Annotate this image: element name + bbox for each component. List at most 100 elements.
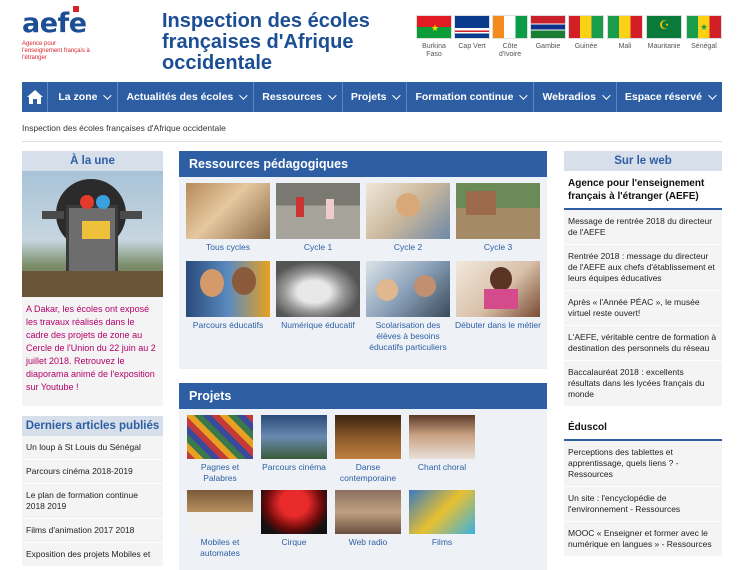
- tile-cycle-2[interactable]: Cycle 2: [363, 183, 453, 253]
- breadcrumb[interactable]: Inspection des écoles françaises d'Afriq…: [22, 123, 226, 133]
- chevron-down-icon: [519, 91, 529, 100]
- tile-image: [409, 415, 475, 459]
- list-item[interactable]: Perceptions des tablettes et apprentissa…: [564, 441, 722, 487]
- flag-burkina-faso[interactable]: ★ Burkina Faso: [415, 15, 453, 59]
- projets-grid: Pagnes et Palabres Parcours cinéma Danse…: [179, 409, 547, 570]
- tile-image: [456, 261, 540, 317]
- list-item[interactable]: Films d'animation 2017 2018: [22, 519, 163, 543]
- nav-item-webradios[interactable]: Webradios: [534, 82, 617, 112]
- alaune-text[interactable]: A Dakar, les écoles ont exposé les trava…: [22, 297, 163, 406]
- tile-label: Parcours cinéma: [262, 462, 326, 472]
- tile-label: Pagnes et Palabres: [200, 462, 240, 483]
- sur-le-web-heading: Sur le web: [564, 151, 722, 171]
- cap-vert-flag-icon: [454, 15, 490, 39]
- flag-mauritanie[interactable]: ☪ Mauritanie: [645, 15, 683, 51]
- list-item[interactable]: Un site : l'encyclopédie de l'environnem…: [564, 487, 722, 522]
- tile-image: [366, 183, 450, 239]
- tile-tous-cycles[interactable]: Tous cycles: [183, 183, 273, 253]
- tile-scolarisation[interactable]: Scolarisation des élèves à besoins éduca…: [363, 261, 453, 353]
- tile-label: Numérique éducatif: [281, 320, 355, 330]
- articles-heading: Derniers articles publiés: [22, 416, 163, 436]
- tile-cycle-3[interactable]: Cycle 3: [453, 183, 543, 253]
- tile-image: [261, 415, 327, 459]
- tile-label: Tous cycles: [206, 242, 250, 252]
- flag-senegal[interactable]: ★ Sénégal: [685, 15, 723, 51]
- eduscol-feed-title[interactable]: Éduscol: [564, 415, 722, 441]
- list-item[interactable]: Baccalauréat 2018 : excellents résultats…: [564, 361, 722, 407]
- nav-label: La zone: [58, 91, 98, 103]
- list-item[interactable]: Après « l'Année PÉAC », le musée virtuel…: [564, 291, 722, 326]
- list-item[interactable]: L'AEFE, véritable centre de formation à …: [564, 326, 722, 361]
- flag-caption: Sénégal: [691, 43, 717, 50]
- list-item[interactable]: Message de rentrée 2018 du directeur de …: [564, 210, 722, 245]
- list-item[interactable]: Exposition des projets Mobiles et: [22, 543, 163, 567]
- tile-label: Web radio: [348, 537, 388, 547]
- gambie-flag-icon: [530, 15, 566, 39]
- flag-guinee[interactable]: Guinée: [567, 15, 605, 51]
- tile-debuter[interactable]: Débuter dans le métier: [453, 261, 543, 353]
- tile-image: [366, 261, 450, 317]
- flag-caption: Burkina Faso: [422, 43, 446, 58]
- logo-tagline: Agence pour l'enseignement français à l'…: [22, 41, 90, 61]
- tile-image: [276, 183, 360, 239]
- tile-image: [187, 490, 253, 534]
- nav-item-ressources[interactable]: Ressources: [254, 82, 343, 112]
- chevron-down-icon: [103, 91, 113, 100]
- tile-label: Débuter dans le métier: [455, 320, 541, 330]
- senegal-flag-icon: ★: [686, 15, 722, 39]
- nav-item-formation-continue[interactable]: Formation continue: [407, 82, 535, 112]
- tile-image: [409, 490, 475, 534]
- list-item[interactable]: MOOC « Enseigner et former avec le numér…: [564, 522, 722, 557]
- tile-cirque[interactable]: Cirque: [258, 490, 330, 559]
- flag-cote-ivoire[interactable]: Côte d'Ivoire: [491, 15, 529, 59]
- tile-parcours-cinema[interactable]: Parcours cinéma: [258, 415, 330, 484]
- flag-caption: Mali: [618, 43, 632, 50]
- flag-caption: Guinée: [574, 43, 598, 50]
- center-column: Ressources pédagogiques Tous cycles Cycl…: [179, 151, 547, 570]
- list-item[interactable]: Rentrée 2018 : message du directeur de l…: [564, 245, 722, 291]
- flag-gambie[interactable]: Gambie: [529, 15, 567, 51]
- nav-item-espace-reserve[interactable]: Espace réservé: [617, 82, 722, 112]
- tile-cycle-1[interactable]: Cycle 1: [273, 183, 363, 253]
- tile-numerique-educatif[interactable]: Numérique éducatif: [273, 261, 363, 353]
- logo-word: aefe: [22, 8, 87, 39]
- main-navigation: La zone Actualités des écoles Ressources…: [22, 82, 722, 112]
- left-column: À la une A Dakar, les écoles ont exposé …: [22, 151, 163, 567]
- ressources-heading: Ressources pédagogiques: [179, 151, 547, 177]
- mauritanie-flag-icon: ☪: [646, 15, 682, 39]
- nav-item-actualites[interactable]: Actualités des écoles: [118, 82, 255, 112]
- chevron-down-icon: [602, 91, 611, 100]
- flag-mali[interactable]: Mali: [606, 15, 644, 51]
- tile-parcours-educatifs[interactable]: Parcours éducatifs: [183, 261, 273, 353]
- nav-item-la-zone[interactable]: La zone: [48, 82, 119, 112]
- list-item[interactable]: Le plan de formation continue 2018 2019: [22, 484, 163, 519]
- flag-caption: Côte d'Ivoire: [498, 43, 522, 58]
- tile-films[interactable]: Films: [406, 490, 478, 559]
- flag-cap-vert[interactable]: Cap Vert: [453, 15, 491, 51]
- tile-pagnes[interactable]: Pagnes et Palabres: [184, 415, 256, 484]
- nav-label: Espace réservé: [624, 91, 702, 103]
- chevron-down-icon: [327, 91, 337, 100]
- tile-image: [335, 415, 401, 459]
- ressources-grid: Tous cycles Cycle 1 Cycle 2 Cycle 3 Parc…: [179, 177, 547, 369]
- list-item[interactable]: Un loup à St Louis du Sénégal: [22, 436, 163, 460]
- tile-label: Parcours éducatifs: [192, 320, 264, 330]
- tile-mobiles[interactable]: Mobiles et automates: [184, 490, 256, 559]
- nav-item-projets[interactable]: Projets: [343, 82, 408, 112]
- alaune-image[interactable]: [22, 171, 163, 297]
- tile-chant-choral[interactable]: Chant choral: [406, 415, 478, 484]
- cote-ivoire-flag-icon: [492, 15, 528, 39]
- aefe-logo[interactable]: aefe Agence pour l'enseignement français…: [22, 6, 102, 62]
- flag-caption: Gambie: [535, 43, 561, 50]
- tile-web-radio[interactable]: Web radio: [332, 490, 404, 559]
- nav-home[interactable]: [22, 82, 49, 112]
- site-title[interactable]: Inspection des écoles françaises d'Afriq…: [162, 11, 402, 74]
- tile-danse[interactable]: Danse contemporaine: [332, 415, 404, 484]
- tile-label: Cirque: [281, 537, 307, 547]
- right-column: Sur le web Agence pour l'enseignement fr…: [564, 151, 722, 557]
- tile-label: Cycle 1: [303, 242, 333, 252]
- nav-label: Webradios: [542, 91, 596, 103]
- aefe-feed-title[interactable]: Agence pour l'enseignement français à l'…: [564, 171, 722, 210]
- list-item[interactable]: Parcours cinéma 2018-2019: [22, 460, 163, 484]
- tile-image: [261, 490, 327, 534]
